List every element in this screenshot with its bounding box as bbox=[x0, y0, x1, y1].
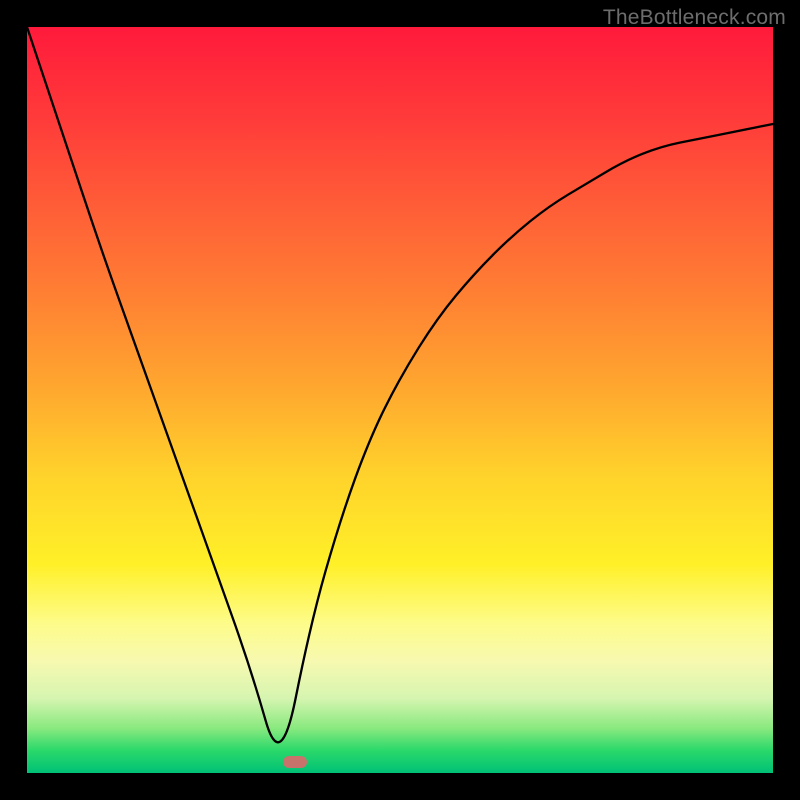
chart-frame: TheBottleneck.com bbox=[0, 0, 800, 800]
plot-area bbox=[27, 27, 773, 773]
curve-path bbox=[27, 27, 773, 742]
bottleneck-marker bbox=[283, 756, 307, 768]
bottleneck-curve bbox=[27, 27, 773, 773]
watermark-text: TheBottleneck.com bbox=[603, 6, 786, 30]
